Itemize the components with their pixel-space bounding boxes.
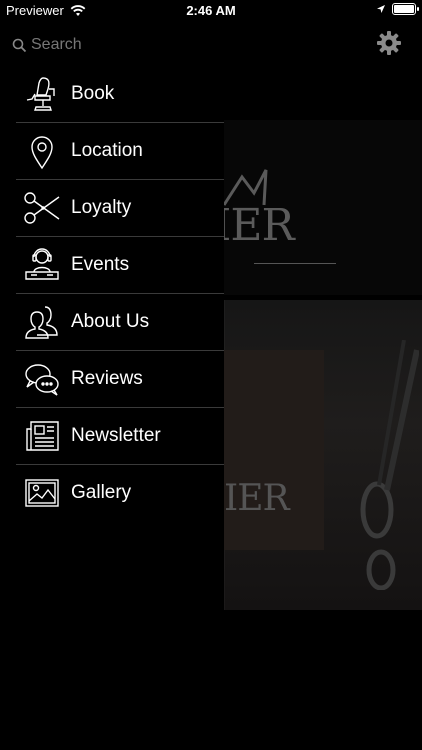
business-card: IER: [224, 350, 324, 550]
search-placeholder: Search: [31, 36, 82, 53]
menu-item-book[interactable]: Book: [16, 66, 224, 123]
menu-item-label: About Us: [71, 311, 150, 332]
menu-item-gallery[interactable]: Gallery: [16, 465, 224, 521]
menu-item-reviews[interactable]: Reviews: [16, 351, 224, 408]
picture-icon: [22, 473, 62, 513]
newspaper-icon: [22, 416, 62, 456]
chat-bubbles-icon: [22, 359, 62, 399]
dj-icon: [22, 245, 62, 285]
background-content: IER IER: [224, 0, 422, 750]
menu-item-location[interactable]: Location: [16, 123, 224, 180]
people-icon: [22, 302, 62, 342]
logo-text: IER: [224, 200, 295, 251]
menu-item-events[interactable]: Events: [16, 237, 224, 294]
map-pin-icon: [22, 131, 62, 171]
menu-item-newsletter[interactable]: Newsletter: [16, 408, 224, 465]
scissors-photo-icon: [360, 340, 419, 590]
menu-item-about-us[interactable]: About Us: [16, 294, 224, 351]
hero-photo: IER: [224, 300, 422, 610]
menu-item-label: Newsletter: [71, 425, 161, 446]
menu-item-label: Gallery: [71, 482, 132, 503]
menu-item-label: Reviews: [71, 368, 143, 389]
menu-item-label: Events: [71, 254, 130, 275]
menu-item-loyalty[interactable]: Loyalty: [16, 180, 224, 237]
logo-banner: IER: [224, 120, 422, 295]
menu-item-label: Location: [71, 140, 143, 161]
drawer-menu: Book Location Loyalty Events About Us Re…: [16, 66, 224, 521]
menu-item-label: Book: [71, 83, 115, 104]
search-icon: [12, 38, 27, 52]
menu-item-label: Loyalty: [71, 197, 132, 218]
logo-divider: [254, 263, 336, 264]
barber-chair-icon: [22, 74, 62, 114]
card-logo-text: IER: [224, 478, 290, 519]
gear-icon[interactable]: [376, 30, 402, 56]
scissors-icon: [22, 188, 62, 228]
search-bar[interactable]: Search: [12, 36, 82, 54]
